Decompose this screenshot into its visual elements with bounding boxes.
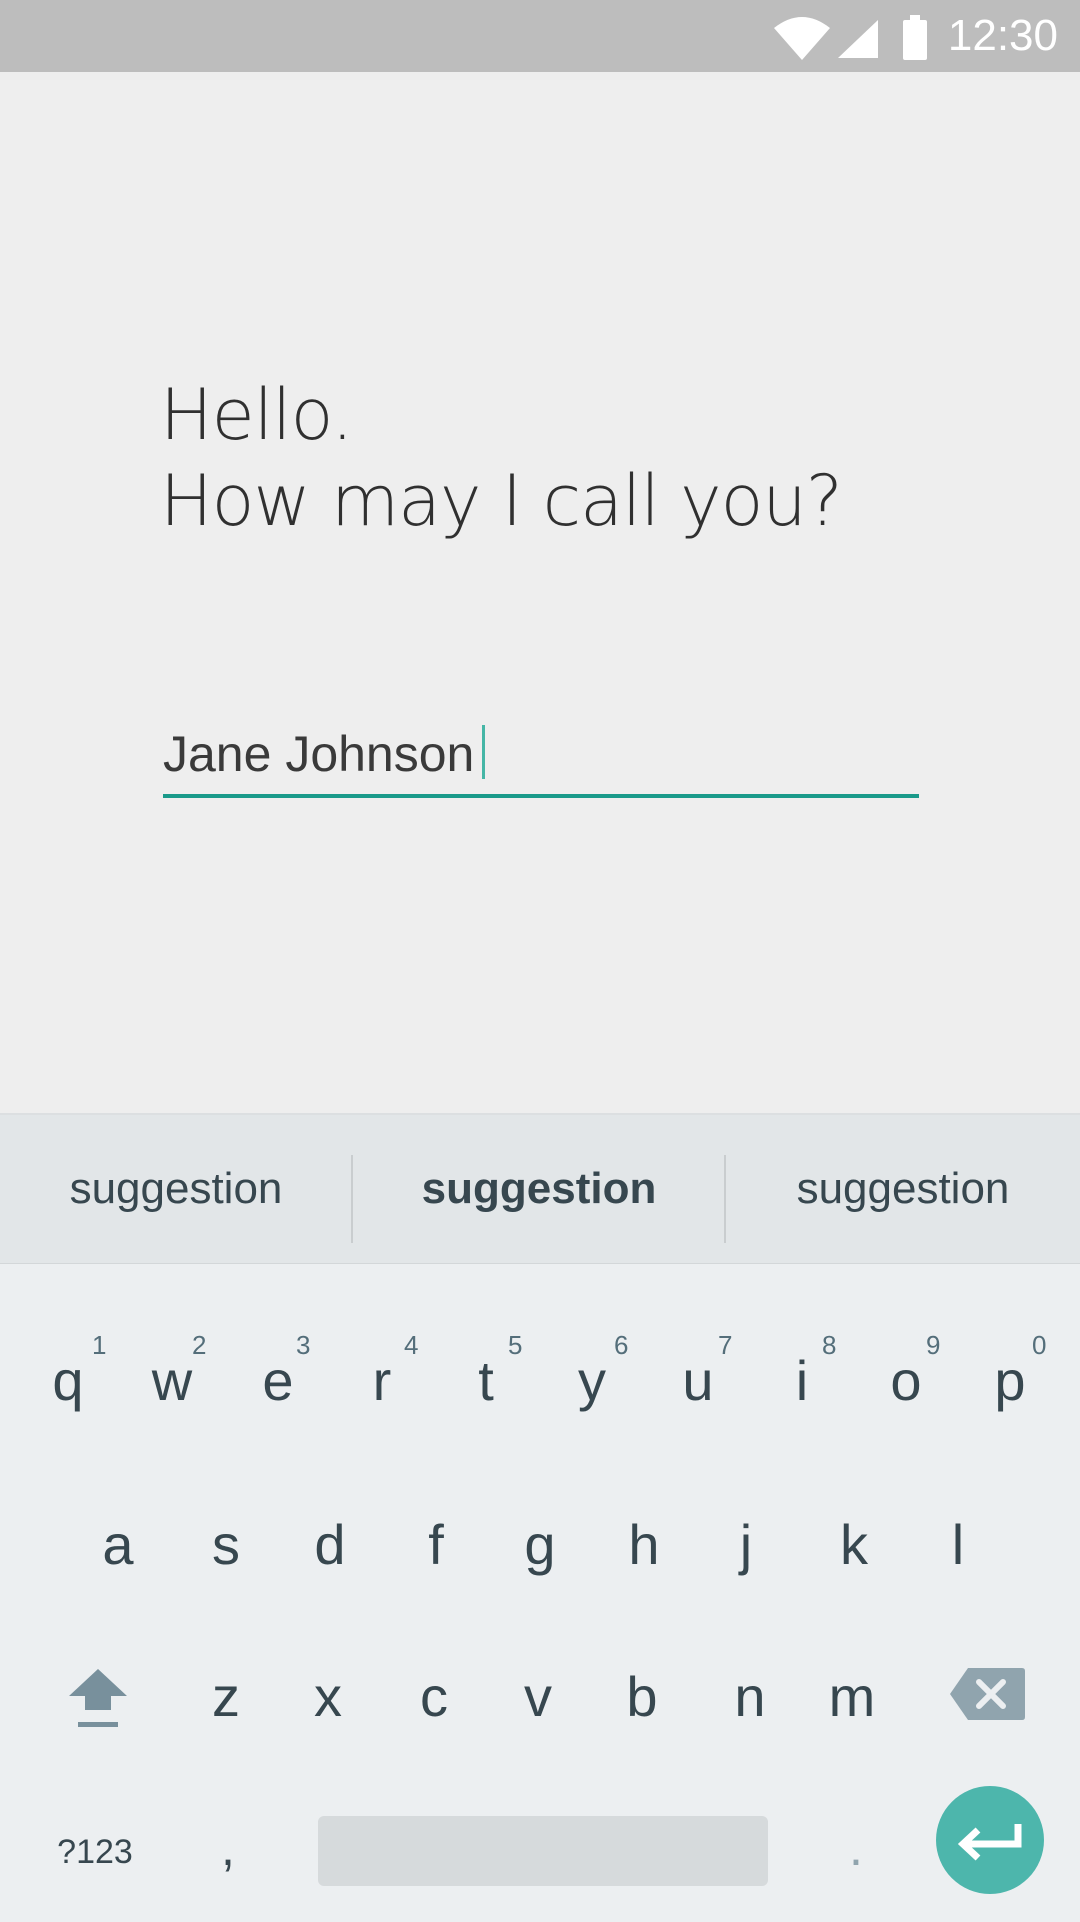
key-label: x — [314, 1665, 342, 1728]
key-k[interactable]: k — [810, 1498, 898, 1588]
period-key[interactable]: . — [828, 1808, 884, 1888]
key-label: c — [420, 1665, 448, 1728]
key-n[interactable]: n — [706, 1650, 794, 1740]
wifi-icon — [774, 17, 830, 60]
key-a[interactable]: a — [74, 1498, 162, 1588]
key-d[interactable]: d — [286, 1498, 374, 1588]
name-input-value: Jane Johnson — [163, 726, 475, 782]
battery-icon — [903, 15, 927, 60]
key-label: d — [314, 1513, 346, 1576]
greeting-line-2: How may I call you? — [160, 460, 843, 542]
key-hint: 1 — [92, 1330, 107, 1360]
key-x[interactable]: x — [284, 1650, 372, 1740]
key-label: a — [102, 1513, 134, 1576]
space-bar[interactable] — [318, 1816, 768, 1886]
key-l[interactable]: l — [914, 1498, 1002, 1588]
key-u[interactable]: u 7 — [654, 1330, 742, 1440]
key-hint: 7 — [718, 1330, 733, 1360]
greeting-text: Hello. How may I call you? — [160, 372, 980, 544]
key-hint: 5 — [508, 1330, 523, 1360]
status-bar: 12:30 — [0, 0, 1080, 72]
key-s[interactable]: s — [182, 1498, 270, 1588]
greeting-line-1: Hello. — [160, 374, 353, 456]
key-label: l — [951, 1513, 965, 1576]
symbols-key[interactable]: ?123 — [40, 1824, 150, 1880]
key-m[interactable]: m — [808, 1650, 896, 1740]
shift-key[interactable] — [56, 1650, 140, 1740]
status-time: 12:30 — [947, 11, 1058, 60]
key-t[interactable]: t 5 — [442, 1330, 530, 1440]
key-z[interactable]: z — [182, 1650, 270, 1740]
key-i[interactable]: i 8 — [758, 1330, 846, 1440]
key-hint: 4 — [404, 1330, 419, 1360]
key-hint: 6 — [614, 1330, 629, 1360]
key-r[interactable]: r 4 — [338, 1330, 426, 1440]
backspace-icon — [950, 1668, 1025, 1720]
key-hint: 3 — [296, 1330, 311, 1360]
text-cursor — [482, 725, 486, 779]
suggestion-right[interactable]: suggestion — [726, 1115, 1080, 1263]
key-b[interactable]: b — [598, 1650, 686, 1740]
key-label: s — [212, 1513, 240, 1576]
name-input-value-wrap: Jane Johnson — [163, 725, 486, 782]
shift-arrow-icon — [69, 1669, 127, 1727]
cell-signal-icon — [838, 20, 878, 58]
key-o[interactable]: o 9 — [862, 1330, 950, 1440]
name-input[interactable]: Jane Johnson — [163, 716, 919, 798]
key-q[interactable]: q 1 — [24, 1330, 112, 1440]
key-g[interactable]: g — [496, 1498, 584, 1588]
key-w[interactable]: w 2 — [128, 1330, 216, 1440]
key-y[interactable]: y 6 — [548, 1330, 636, 1440]
key-hint: 8 — [822, 1330, 837, 1360]
key-label: j — [739, 1513, 753, 1576]
key-label: v — [524, 1665, 552, 1728]
key-p[interactable]: p 0 — [966, 1330, 1054, 1440]
suggestion-strip: suggestion suggestion suggestion — [0, 1115, 1080, 1264]
key-label: f — [428, 1513, 444, 1576]
key-label: b — [626, 1665, 658, 1728]
key-label: g — [524, 1513, 556, 1576]
key-label: n — [734, 1665, 766, 1728]
backspace-key[interactable] — [948, 1664, 1028, 1724]
key-v[interactable]: v — [494, 1650, 582, 1740]
key-c[interactable]: c — [390, 1650, 478, 1740]
enter-key[interactable] — [936, 1786, 1044, 1894]
comma-key[interactable]: , — [200, 1808, 256, 1888]
key-e[interactable]: e 3 — [234, 1330, 322, 1440]
key-h[interactable]: h — [600, 1498, 688, 1588]
suggestion-center[interactable]: suggestion — [353, 1115, 725, 1263]
key-label: k — [840, 1513, 868, 1576]
key-label: m — [828, 1665, 876, 1728]
enter-return-icon — [957, 1824, 1022, 1861]
key-hint: 9 — [926, 1330, 941, 1360]
suggestion-left[interactable]: suggestion — [0, 1115, 352, 1263]
key-hint: 0 — [1032, 1330, 1047, 1360]
key-label: z — [212, 1665, 240, 1728]
key-label: h — [628, 1513, 660, 1576]
key-f[interactable]: f — [392, 1498, 480, 1588]
key-j[interactable]: j — [702, 1498, 790, 1588]
key-hint: 2 — [192, 1330, 207, 1360]
